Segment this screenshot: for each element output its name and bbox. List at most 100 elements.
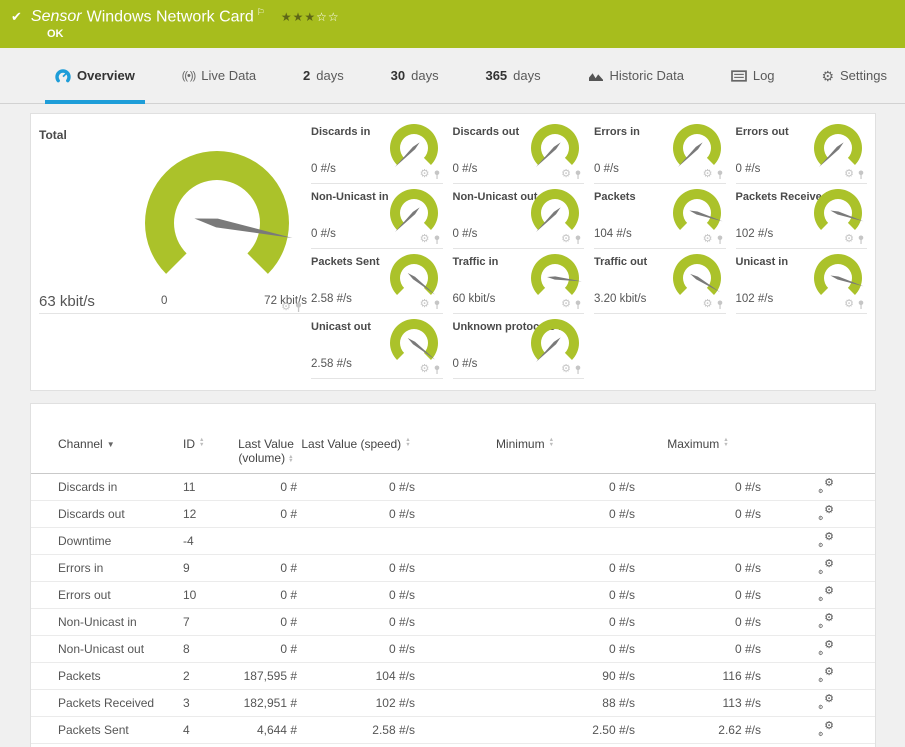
gauge-settings-gear-icon[interactable]: ⚙	[844, 234, 854, 245]
pin-icon[interactable]	[716, 169, 724, 180]
channel-gauge-cell[interactable]: Unicast in 102 #/s ⚙	[735, 249, 867, 314]
gauge-settings-gear-icon[interactable]: ⚙	[420, 364, 430, 375]
channel-gauge-cell[interactable]: Errors out 0 #/s ⚙	[735, 119, 867, 184]
column-header-last-value-speed[interactable]: Last Value (speed) ▲ ▼	[297, 437, 415, 451]
total-gauge-cell[interactable]: Total 0 72 kbit/s 63 kbit/s ⚙	[39, 119, 311, 314]
channel-gauge-cell[interactable]: Unknown protocols in 0 #/s ⚙	[452, 314, 584, 379]
column-header-channel[interactable]: Channel ▼	[58, 437, 183, 451]
cell-last-value-speed: 104 #/s	[375, 669, 415, 683]
sensor-kind-label: Sensor	[30, 8, 82, 26]
channel-gauge-value: 0 #/s	[594, 163, 619, 175]
cell-id: 10	[183, 588, 197, 602]
tab-365-days[interactable]: 365 days	[485, 48, 540, 103]
pin-icon[interactable]	[574, 234, 582, 245]
channel-gauge-cell[interactable]: Discards in 0 #/s ⚙	[311, 119, 443, 184]
tab-2-days[interactable]: 2 days	[303, 48, 344, 103]
channel-gauge-label: Packets Sent	[311, 256, 380, 268]
tab-live-data[interactable]: ((•)) Live Data	[182, 48, 256, 103]
gauge-settings-gear-icon[interactable]: ⚙	[844, 299, 854, 310]
tab-settings[interactable]: ⚙ Settings	[821, 48, 887, 103]
channel-gauge-grid: Discards in 0 #/s ⚙ Discards out 0 #/s ⚙…	[311, 119, 867, 390]
gauge-settings-gear-icon[interactable]: ⚙	[281, 302, 291, 313]
pin-icon[interactable]	[433, 234, 441, 245]
priority-stars[interactable]: ★★★☆☆	[281, 10, 340, 24]
star-empty-icons[interactable]: ☆☆	[316, 10, 340, 24]
tab-historic-data[interactable]: Historic Data	[588, 48, 684, 103]
pin-icon[interactable]	[574, 364, 582, 375]
gauge-settings-gear-icon[interactable]: ⚙	[561, 299, 571, 310]
channel-gauge	[389, 188, 438, 233]
gauge-settings-gear-icon[interactable]: ⚙	[420, 169, 430, 180]
channel-settings-icon[interactable]: ⚙ ⚙	[818, 613, 834, 631]
channel-gauge-cell[interactable]: Non-Unicast out 0 #/s ⚙	[452, 184, 584, 249]
channel-settings-icon[interactable]: ⚙ ⚙	[818, 694, 834, 712]
channel-gauge	[672, 253, 721, 295]
channel-settings-icon[interactable]: ⚙ ⚙	[818, 721, 834, 739]
channel-gauge-label: Traffic out	[594, 256, 648, 268]
cell-id: 4	[183, 723, 190, 737]
column-header-id[interactable]: ID ▲ ▼	[183, 437, 235, 451]
cell-channel: Errors out	[58, 588, 111, 602]
table-row: Errors in 9 0 # 0 #/s 0 #/s 0 #/s ⚙ ⚙	[31, 555, 875, 582]
pin-icon[interactable]	[716, 299, 724, 310]
channel-gauge-label: Unicast out	[311, 321, 371, 333]
channel-settings-icon[interactable]: ⚙ ⚙	[818, 505, 834, 523]
gauge-settings-gear-icon[interactable]: ⚙	[420, 299, 430, 310]
channel-settings-icon[interactable]: ⚙ ⚙	[818, 478, 834, 496]
channel-gauge-cell[interactable]: Traffic in 60 kbit/s ⚙	[452, 249, 584, 314]
pin-icon[interactable]	[433, 169, 441, 180]
gauge-settings-gear-icon[interactable]: ⚙	[561, 169, 571, 180]
pin-icon[interactable]	[857, 299, 865, 310]
gauge-settings-gear-icon[interactable]: ⚙	[703, 169, 713, 180]
pin-icon[interactable]	[716, 234, 724, 245]
cell-channel: Discards out	[58, 507, 125, 521]
pin-icon[interactable]	[574, 169, 582, 180]
pin-icon[interactable]	[574, 299, 582, 310]
pin-icon[interactable]	[294, 302, 303, 313]
channel-gauge-cell[interactable]: Traffic out 3.20 kbit/s ⚙	[594, 249, 726, 314]
channel-gauge-value: 0 #/s	[311, 163, 336, 175]
pin-icon[interactable]	[433, 364, 441, 375]
star-filled-icons[interactable]: ★★★	[281, 10, 316, 24]
cell-minimum: 0 #/s	[608, 507, 635, 521]
channel-settings-icon[interactable]: ⚙ ⚙	[818, 532, 834, 550]
tab-log[interactable]: Log	[730, 48, 775, 103]
gauge-settings-gear-icon[interactable]: ⚙	[703, 234, 713, 245]
channel-gauge-cell[interactable]: Packets Received 102 #/s ⚙	[735, 184, 867, 249]
column-header-maximum[interactable]: Maximum ▲ ▼	[635, 437, 761, 451]
tab-30-days[interactable]: 30 days	[391, 48, 439, 103]
flag-icon[interactable]: ⚐	[257, 7, 265, 17]
channel-gauge-cell[interactable]: Discards out 0 #/s ⚙	[452, 119, 584, 184]
column-header-last-value-volume[interactable]: Last Value (volume) ▲ ▼	[235, 437, 297, 465]
column-header-minimum[interactable]: Minimum ▲ ▼	[415, 437, 635, 451]
gauge-settings-gear-icon[interactable]: ⚙	[703, 299, 713, 310]
channel-settings-icon[interactable]: ⚙ ⚙	[818, 559, 834, 577]
gauge-settings-gear-icon[interactable]: ⚙	[844, 169, 854, 180]
channel-settings-icon[interactable]: ⚙ ⚙	[818, 667, 834, 685]
channel-gauge-cell[interactable]: Errors in 0 #/s ⚙	[594, 119, 726, 184]
ok-check-icon: ✔	[11, 8, 22, 24]
pin-icon[interactable]	[857, 169, 865, 180]
channel-gauge	[389, 318, 438, 360]
gauge-settings-gear-icon[interactable]: ⚙	[561, 364, 571, 375]
channel-gauge-cell[interactable]: Packets 104 #/s ⚙	[594, 184, 726, 249]
sort-icon: ▲ ▼	[548, 437, 555, 448]
cell-maximum: 0 #/s	[734, 642, 761, 656]
cell-minimum: 0 #/s	[608, 480, 635, 494]
pin-icon[interactable]	[433, 299, 441, 310]
tab-overview[interactable]: Overview	[45, 48, 145, 104]
channel-gauge-cell[interactable]: Packets Sent 2.58 #/s ⚙	[311, 249, 443, 314]
gauge-settings-gear-icon[interactable]: ⚙	[420, 234, 430, 245]
channel-gauge-label: Discards in	[311, 126, 371, 138]
channel-gauge	[814, 253, 864, 295]
total-gauge-value: 63 kbit/s	[39, 293, 95, 310]
channel-gauge	[389, 253, 438, 295]
cell-last-value-speed: 0 #/s	[388, 507, 415, 521]
gauge-settings-gear-icon[interactable]: ⚙	[561, 234, 571, 245]
channel-settings-icon[interactable]: ⚙ ⚙	[818, 586, 834, 604]
channel-gauge-cell[interactable]: Non-Unicast in 0 #/s ⚙	[311, 184, 443, 249]
pin-icon[interactable]	[857, 234, 865, 245]
cell-maximum: 113 #/s	[722, 696, 761, 710]
channel-gauge-cell[interactable]: Unicast out 2.58 #/s ⚙	[311, 314, 443, 379]
channel-settings-icon[interactable]: ⚙ ⚙	[818, 640, 834, 658]
